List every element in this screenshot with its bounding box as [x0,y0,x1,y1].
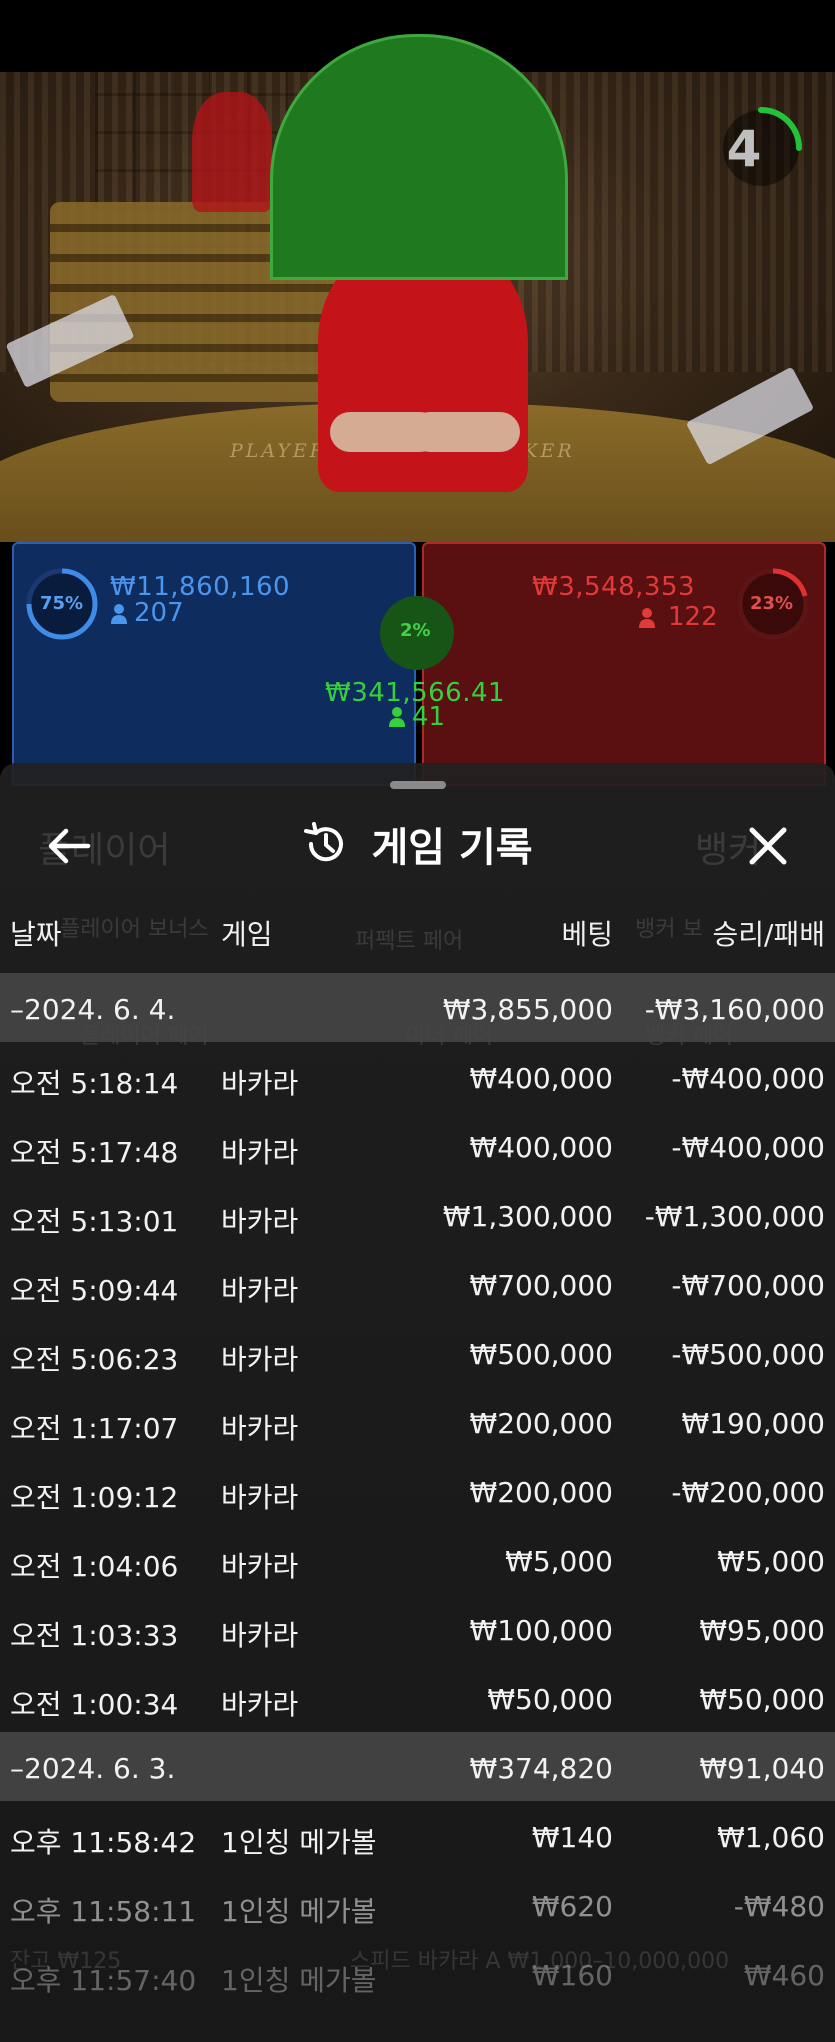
row-game: 바카라 [221,1205,299,1238]
row-bet: ₩5,000 [505,1545,613,1578]
date-group-header[interactable]: –2024. 6. 3. ₩374,820 ₩91,040 [0,1732,835,1801]
row-time: 오전 1:04:06 [10,1550,179,1583]
column-result: 승리/패배 [712,918,825,951]
group-bet-total: ₩374,820 [469,1752,613,1785]
row-time: 오후 11:58:42 [10,1826,197,1859]
column-date: 날짜 [10,918,62,951]
row-time: 오전 1:17:07 [10,1412,179,1445]
row-bet: ₩1,300,000 [442,1200,613,1233]
history-list: –2024. 6. 4. ₩3,855,000 -₩3,160,000 오전 5… [0,973,835,2008]
sheet-drag-handle[interactable] [390,781,446,789]
banker-user-icon [639,608,655,628]
row-game: 바카라 [221,1688,299,1721]
row-bet: ₩50,000 [487,1683,613,1716]
row-result: ₩190,000 [681,1407,825,1440]
row-game: 바카라 [221,1274,299,1307]
row-result: -₩500,000 [671,1338,825,1371]
column-bet: 베팅 [561,918,613,951]
history-row[interactable]: 오전 5:13:01 바카라 ₩1,300,000 -₩1,300,000 [0,1180,835,1249]
row-result: ₩5,000 [717,1545,825,1578]
history-row[interactable]: 오후 11:58:11 1인칭 메가볼 ₩620 -₩480 [0,1870,835,1939]
row-game: 바카라 [221,1067,299,1100]
row-result: ₩1,060 [717,1821,825,1854]
date-group-header[interactable]: –2024. 6. 4. ₩3,855,000 -₩3,160,000 [0,973,835,1042]
row-time: 오후 11:58:11 [10,1895,197,1928]
row-time: 오전 1:03:33 [10,1619,179,1652]
banker-bet-amount: ₩3,548,353 [532,572,696,602]
row-bet: ₩160 [531,1959,613,1992]
history-row[interactable]: 오전 1:04:06 바카라 ₩5,000 ₩5,000 [0,1525,835,1594]
row-bet: ₩200,000 [469,1407,613,1440]
sheet-header: 게임 기록 [0,815,835,875]
row-bet: ₩140 [531,1821,613,1854]
row-bet: ₩200,000 [469,1476,613,1509]
history-row[interactable]: 오후 11:58:42 1인칭 메가볼 ₩140 ₩1,060 [0,1801,835,1870]
row-game: 바카라 [221,1343,299,1376]
history-row[interactable]: 오전 1:03:33 바카라 ₩100,000 ₩95,000 [0,1594,835,1663]
tie-bet-count: 41 [412,702,446,732]
row-result: -₩200,000 [671,1476,825,1509]
row-result: -₩700,000 [671,1269,825,1302]
history-row[interactable]: 오전 5:09:44 바카라 ₩700,000 -₩700,000 [0,1249,835,1318]
row-time: 오전 5:18:14 [10,1067,179,1100]
history-column-headers: 날짜 게임 베팅 승리/패배 [0,913,835,953]
background-dealer [192,92,272,212]
row-game: 1인칭 메가볼 [221,1826,377,1859]
row-result: -₩1,300,000 [644,1200,825,1233]
tie-user-icon [389,707,405,727]
player-bet-count: 207 [134,598,184,628]
row-game: 바카라 [221,1619,299,1652]
row-game: 1인칭 메가볼 [221,1895,377,1928]
history-row[interactable]: 오전 5:06:23 바카라 ₩500,000 -₩500,000 [0,1318,835,1387]
history-icon [304,822,344,862]
close-icon[interactable] [740,818,796,874]
row-bet: ₩100,000 [469,1614,613,1647]
tie-percent: 2% [400,620,431,641]
history-row[interactable]: 오전 5:17:48 바카라 ₩400,000 -₩400,000 [0,1111,835,1180]
history-row[interactable]: 오전 1:17:07 바카라 ₩200,000 ₩190,000 [0,1387,835,1456]
row-time: 오전 5:17:48 [10,1136,179,1169]
row-result: -₩400,000 [671,1062,825,1095]
row-result: ₩95,000 [699,1614,825,1647]
row-time: 오전 5:06:23 [10,1343,179,1376]
group-bet-total: ₩3,855,000 [442,993,613,1026]
table-label-player: PLAYER [230,440,328,462]
row-game: 바카라 [221,1550,299,1583]
row-bet: ₩400,000 [469,1131,613,1164]
history-row[interactable]: 오전 1:00:34 바카라 ₩50,000 ₩50,000 [0,1663,835,1732]
group-date: –2024. 6. 3. [10,1752,176,1785]
banker-bet-count: 122 [668,602,718,632]
row-bet: ₩700,000 [469,1269,613,1302]
banker-percent: 23% [750,593,794,614]
group-date: –2024. 6. 4. [10,993,176,1026]
row-game: 바카라 [221,1412,299,1445]
row-time: 오전 5:09:44 [10,1274,179,1307]
row-time: 오후 11:57:40 [10,1964,197,1997]
column-game: 게임 [221,918,273,951]
player-user-icon [111,604,127,624]
round-timer-count: 4 [726,120,762,178]
row-bet: ₩620 [531,1890,613,1923]
dealer-arm-right [410,412,520,452]
row-game: 바카라 [221,1136,299,1169]
player-percent: 75% [40,593,84,614]
history-row[interactable]: 오전 5:18:14 바카라 ₩400,000 -₩400,000 [0,1042,835,1111]
row-time: 오전 5:13:01 [10,1205,179,1238]
group-result-total: ₩91,040 [699,1752,825,1785]
row-game: 바카라 [221,1481,299,1514]
group-result-total: -₩3,160,000 [644,993,825,1026]
history-row[interactable]: 오후 11:57:40 1인칭 메가볼 ₩160 ₩460 [0,1939,835,2008]
row-bet: ₩400,000 [469,1062,613,1095]
row-bet: ₩500,000 [469,1338,613,1371]
row-result: -₩480 [733,1890,825,1923]
row-result: ₩50,000 [699,1683,825,1716]
game-history-sheet: 플레이어 뱅커 플레이어 보너스 퍼펙트 페어 뱅커 보 플레이어 페어 이더 … [0,763,835,2042]
history-row[interactable]: 오전 1:09:12 바카라 ₩200,000 -₩200,000 [0,1456,835,1525]
row-time: 오전 1:00:34 [10,1688,179,1721]
row-result: -₩400,000 [671,1131,825,1164]
row-time: 오전 1:09:12 [10,1481,179,1514]
row-result: ₩460 [743,1959,825,1992]
row-game: 1인칭 메가볼 [221,1964,377,1997]
sheet-title: 게임 기록 [371,825,533,871]
